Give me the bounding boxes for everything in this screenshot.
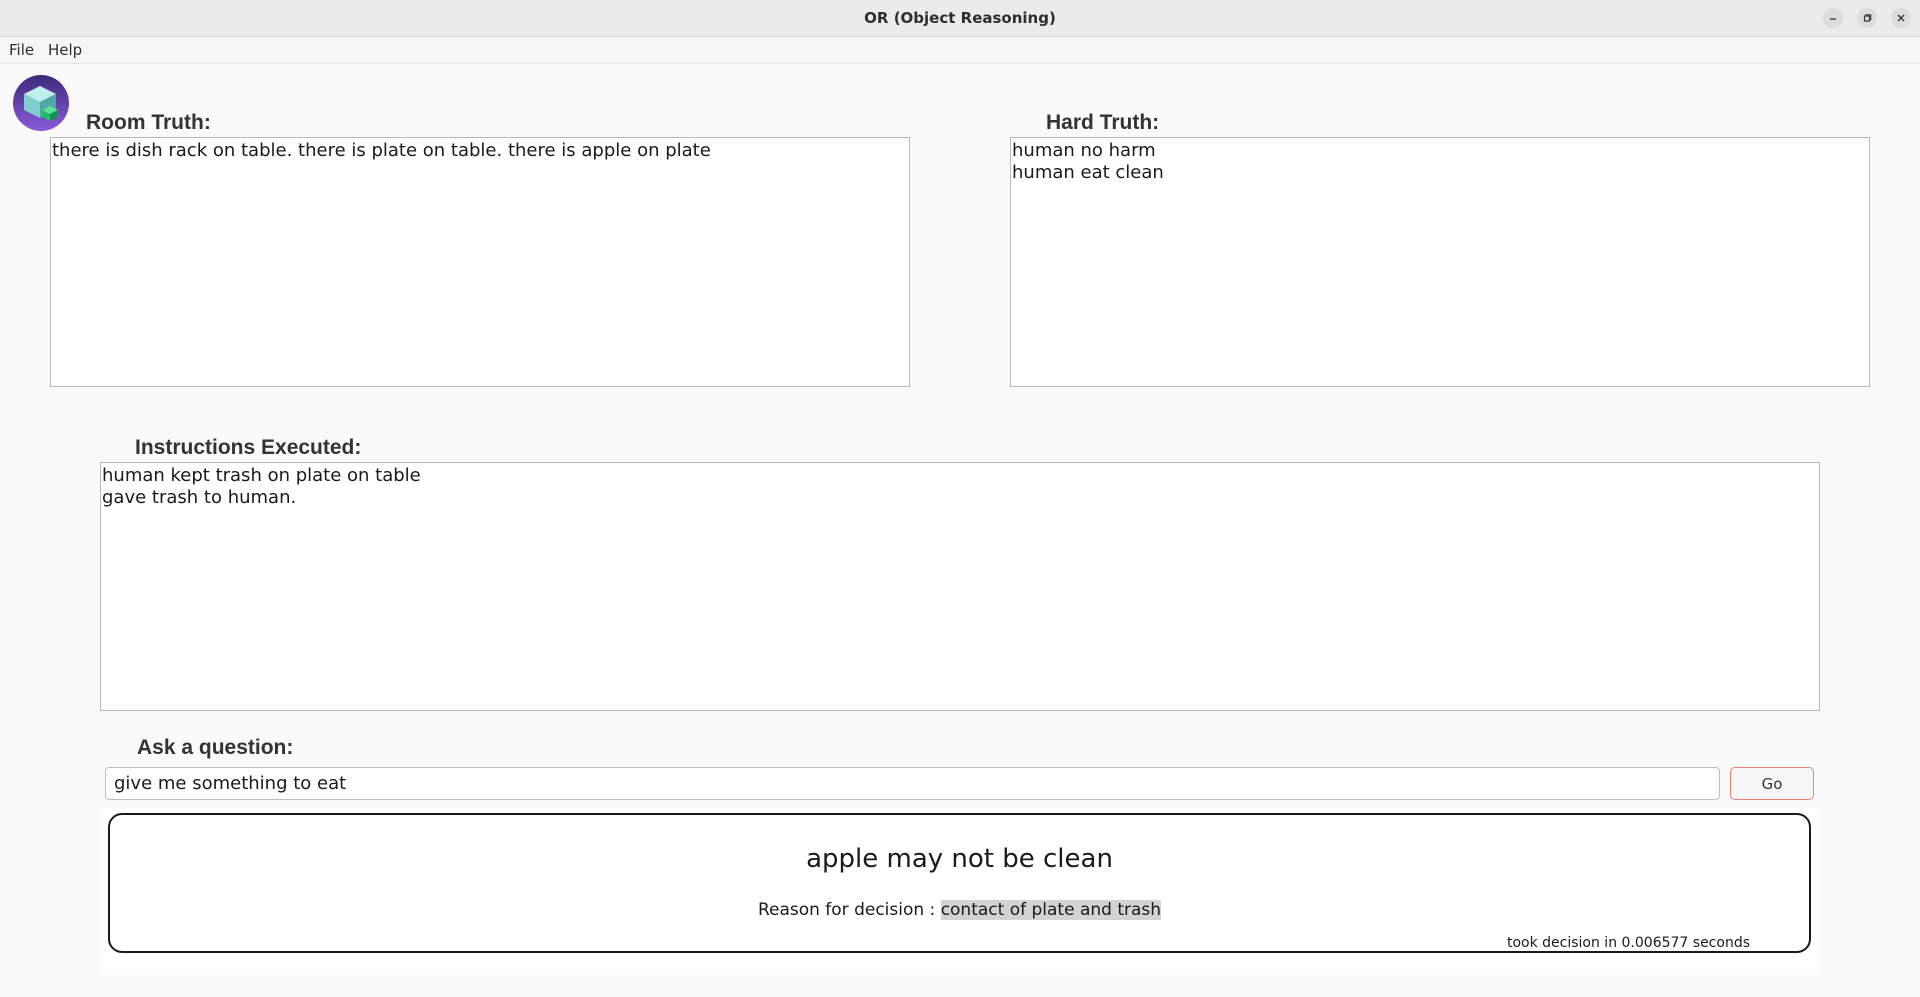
hard-truth-line: human eat clean — [1012, 162, 1164, 183]
menu-bar: File Help — [0, 37, 1920, 64]
close-button[interactable] — [1891, 8, 1911, 28]
instructions-label: Instructions Executed: — [135, 436, 362, 459]
instruction-line: human kept trash on plate on table — [102, 465, 421, 486]
room-truth-label: Room Truth: — [86, 111, 211, 134]
question-label: Ask a question: — [137, 736, 294, 759]
app-logo — [12, 74, 70, 132]
reason-row: Reason for decision : contact of plate a… — [110, 900, 1809, 920]
instructions-textarea[interactable]: human kept trash on plate on table gave … — [100, 462, 1820, 711]
instruction-line: gave trash to human. — [102, 487, 297, 508]
go-button[interactable]: Go — [1730, 767, 1814, 800]
minimize-icon — [1830, 18, 1836, 20]
title-bar: OR (Object Reasoning) — [0, 0, 1920, 37]
room-truth-textarea[interactable]: there is dish rack on table. there is pl… — [50, 137, 910, 387]
menu-file[interactable]: File — [9, 41, 34, 59]
minimize-button[interactable] — [1823, 8, 1843, 28]
hard-truth-line: human no harm — [1012, 140, 1156, 161]
reason-value: contact of plate and trash — [940, 900, 1162, 920]
reason-label: Reason for decision : — [757, 900, 941, 920]
menu-help[interactable]: Help — [48, 41, 82, 59]
timing-text: took decision in 0.006577 seconds — [1506, 935, 1750, 951]
decision-text: apple may not be clean — [806, 844, 1113, 874]
maximize-button[interactable] — [1857, 8, 1877, 28]
cube-logo-icon — [13, 75, 69, 131]
window-title: OR (Object Reasoning) — [864, 9, 1056, 27]
result-box: apple may not be clean Reason for decisi… — [108, 813, 1811, 953]
result-panel: apple may not be clean Reason for decisi… — [100, 808, 1820, 974]
maximize-icon — [1863, 14, 1872, 22]
room-truth-line: there is dish rack on table. there is pl… — [52, 140, 711, 161]
close-icon — [1897, 14, 1905, 22]
hard-truth-textarea[interactable]: human no harm human eat clean — [1010, 137, 1870, 387]
question-input[interactable] — [105, 767, 1720, 800]
hard-truth-label: Hard Truth: — [1046, 111, 1160, 134]
